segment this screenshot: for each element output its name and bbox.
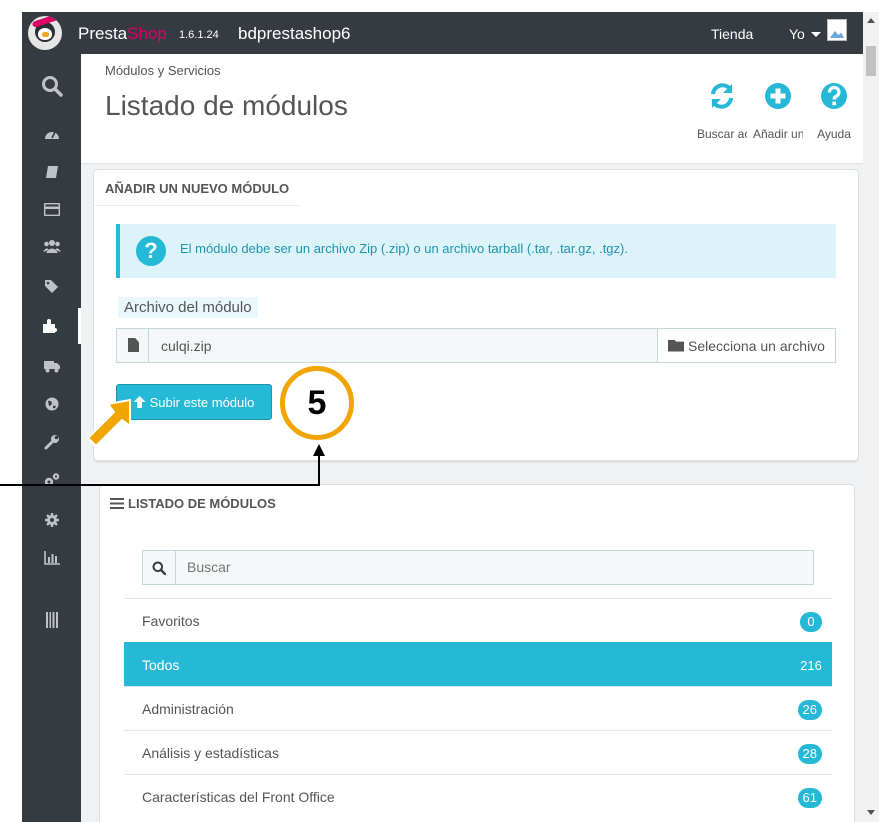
modules-icon[interactable] [22,308,81,344]
info-text: El módulo debe ser un archivo Zip (.zip)… [180,241,628,256]
shipping-icon[interactable] [22,348,81,384]
page-header: Módulos y Servicios Listado de módulos B… [81,54,863,164]
refresh-icon [711,83,733,109]
category-list: Favoritos 0 Todos 216 Administración 26 … [124,598,832,818]
help-button[interactable]: Ayuda [809,82,859,141]
upload-module-button[interactable]: Subir este módulo [116,384,272,420]
list-icon [110,497,124,509]
category-item-front-office[interactable]: Características del Front Office 61 [124,774,832,818]
category-item-analytics[interactable]: Análisis y estadísticas 28 [124,730,832,774]
store-link[interactable]: Tienda [711,26,753,42]
scroll-thumb[interactable] [866,46,876,76]
page-scrollbar[interactable] [863,12,879,822]
brand-name[interactable]: PrestaShop [78,24,167,44]
file-upload-field[interactable]: culqi.zip Selecciona un archivo [116,328,836,363]
page-title: Listado de módulos [105,90,348,121]
step-number-badge: 5 [280,366,354,440]
stats-icon[interactable] [22,540,81,576]
prestashop-logo[interactable] [28,16,62,50]
choose-file-button[interactable]: Selecciona un archivo [657,329,835,362]
top-navbar: PrestaShop 1.6.1.24 bdprestashop6 Tienda… [22,12,863,54]
catalog-icon[interactable] [22,154,81,190]
module-search[interactable] [142,550,814,585]
price-rules-icon[interactable] [22,268,81,304]
upload-module-label: Subir este módulo [149,394,255,410]
barcode-icon[interactable] [22,602,81,638]
upload-module-panel: AÑADIR UN NUEVO MÓDULO ? El módulo debe … [93,169,859,461]
orders-icon[interactable] [22,191,81,227]
shop-name-link[interactable]: bdprestashop6 [238,24,350,44]
scroll-up-icon[interactable] [867,18,875,23]
check-updates-button[interactable]: Buscar actualizaciones [697,82,747,141]
add-circle-icon [765,83,791,109]
file-name-value: culqi.zip [161,338,212,354]
preferences-icon[interactable] [22,424,81,460]
upload-panel-heading: AÑADIR UN NUEVO MÓDULO [94,170,301,206]
chevron-down-icon[interactable] [811,32,821,37]
main-content: Módulos y Servicios Listado de módulos B… [81,54,863,822]
version-label: 1.6.1.24 [179,29,219,41]
avatar[interactable] [827,19,847,41]
modules-list-heading: LISTADO DE MÓDULOS [100,485,286,521]
modules-list-panel: LISTADO DE MÓDULOS Favoritos 0 Todos 216 [99,484,855,822]
check-updates-label: Buscar actualizaciones [697,127,747,141]
dashboard-icon[interactable] [22,116,81,152]
customers-icon[interactable] [22,228,81,264]
choose-file-label: Selecciona un archivo [688,337,825,354]
category-item-administration[interactable]: Administración 26 [124,686,832,730]
help-icon [821,83,847,109]
folder-open-icon [668,339,684,352]
search-icon [143,551,176,584]
search-icon[interactable] [22,68,81,104]
scroll-down-icon[interactable] [867,810,875,815]
upload-icon [133,396,146,408]
count-badge: 216 [800,658,822,673]
screenshot-frame: PrestaShop 1.6.1.24 bdprestashop6 Tienda… [0,0,879,822]
administration-icon[interactable] [22,502,81,538]
add-module-button[interactable]: Añadir un nuevo módulo [753,82,803,141]
count-badge: 26 [797,700,822,720]
count-badge: 0 [800,612,822,632]
info-alert: ? El módulo debe ser un archivo Zip (.zi… [116,224,836,278]
help-label: Ayuda [817,127,851,141]
sidebar-nav [22,54,81,822]
category-item-favorites[interactable]: Favoritos 0 [124,598,832,642]
file-field-label: Archivo del módulo [118,297,258,318]
modules-list-title: LISTADO DE MÓDULOS [128,495,276,511]
localization-icon[interactable] [22,386,81,422]
count-badge: 61 [797,788,822,808]
file-icon [117,329,149,362]
advanced-parameters-icon[interactable] [22,462,81,498]
search-input[interactable] [187,559,787,575]
user-menu[interactable]: Yo [789,26,805,42]
count-badge: 28 [797,744,822,764]
category-item-all[interactable]: Todos 216 [124,642,832,686]
breadcrumb[interactable]: Módulos y Servicios [105,63,221,78]
help-icon: ? [136,236,166,266]
add-module-label: Añadir un nuevo módulo [753,127,803,141]
